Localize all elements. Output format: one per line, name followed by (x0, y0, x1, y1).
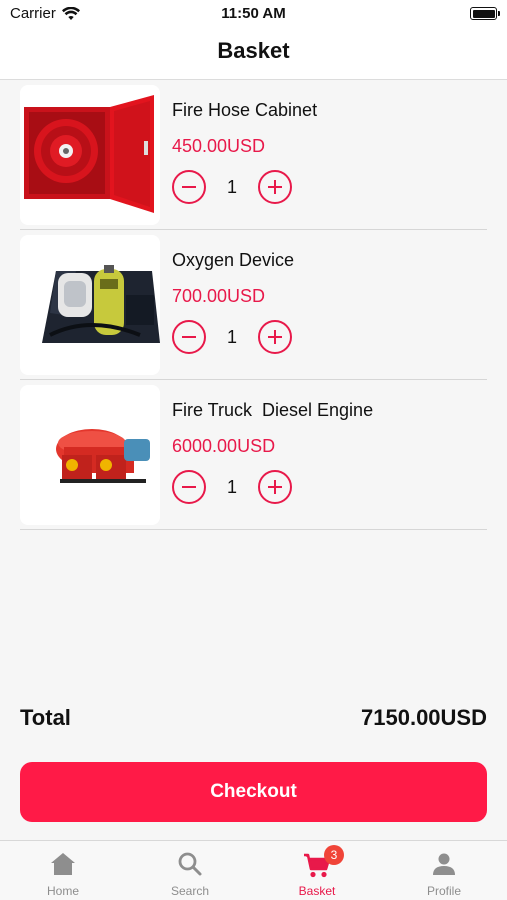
increase-quantity-button[interactable] (258, 170, 292, 204)
plus-icon-stem (273, 480, 276, 494)
basket-item: Oxygen Device 700.00USD 1 (20, 230, 487, 380)
fire-truck-illustration (56, 429, 150, 483)
home-icon-wrap (0, 849, 126, 877)
increase-quantity-button[interactable] (258, 320, 292, 354)
tab-home[interactable]: Home (0, 841, 126, 900)
person-icon (433, 853, 455, 875)
item-price: 700.00USD (172, 286, 266, 306)
checkout-button[interactable]: Checkout (20, 762, 487, 822)
battery-icon (470, 7, 500, 20)
quantity-value: 1 (226, 477, 237, 497)
item-name: Oxygen Device (172, 250, 295, 270)
basket-item: Fire Truck Diesel Engine 6000.00USD 1 (20, 380, 487, 530)
basket-item: Fire Hose Cabinet 450.00USD 1 (20, 80, 487, 230)
plus-icon-stem (273, 180, 276, 194)
total-label: Total (20, 705, 71, 730)
fire-hose-cabinet-image[interactable] (20, 85, 160, 225)
decrease-quantity-button[interactable] (172, 170, 206, 204)
cart-count-badge: 3 (324, 845, 344, 865)
search-icon (178, 852, 202, 876)
item-name: Fire Hose Cabinet (172, 100, 318, 120)
page-title: Basket (217, 38, 290, 63)
oxygen-device-illustration (42, 265, 160, 343)
decrease-quantity-button[interactable] (172, 470, 206, 504)
nav-header: Basket (0, 28, 507, 80)
item-name: Fire Truck Diesel Engine (172, 400, 374, 420)
oxygen-device-image[interactable] (20, 235, 160, 375)
fire-hose-cabinet-illustration (24, 95, 154, 213)
tab-label: Basket (298, 884, 336, 898)
search-icon-wrap (127, 849, 253, 877)
tab-bar: Home Search 3 Basket Profile (0, 840, 507, 900)
item-price: 450.00USD (172, 136, 266, 156)
plus-icon-stem (273, 330, 276, 344)
tab-label: Profile (426, 884, 461, 898)
quantity-value: 1 (226, 177, 237, 197)
status-time: 11:50 AM (221, 5, 286, 22)
minus-icon (182, 335, 196, 338)
tab-search[interactable]: Search (127, 841, 253, 900)
tab-label: Search (170, 884, 210, 898)
decrease-quantity-button[interactable] (172, 320, 206, 354)
battery-fill (472, 9, 495, 18)
total-row: Total 7150.00USD (20, 705, 487, 735)
increase-quantity-button[interactable] (258, 470, 292, 504)
total-value: 7150.00USD (361, 705, 487, 730)
quantity-value: 1 (226, 327, 237, 347)
person-icon-wrap (381, 849, 507, 877)
home-icon (51, 853, 75, 875)
minus-icon (182, 485, 196, 488)
status-bar: Carrier 11:50 AM (0, 0, 507, 28)
cart-icon-wrap (254, 849, 380, 878)
tab-basket[interactable]: 3 Basket (254, 841, 380, 900)
minus-icon (182, 185, 196, 188)
fire-truck-image[interactable] (20, 385, 160, 525)
quantity-stepper: 1 (172, 320, 292, 354)
item-price: 6000.00USD (172, 436, 276, 456)
quantity-stepper: 1 (172, 170, 292, 204)
tab-profile[interactable]: Profile (381, 841, 507, 900)
tab-label: Home (46, 884, 79, 898)
quantity-stepper: 1 (172, 470, 292, 504)
